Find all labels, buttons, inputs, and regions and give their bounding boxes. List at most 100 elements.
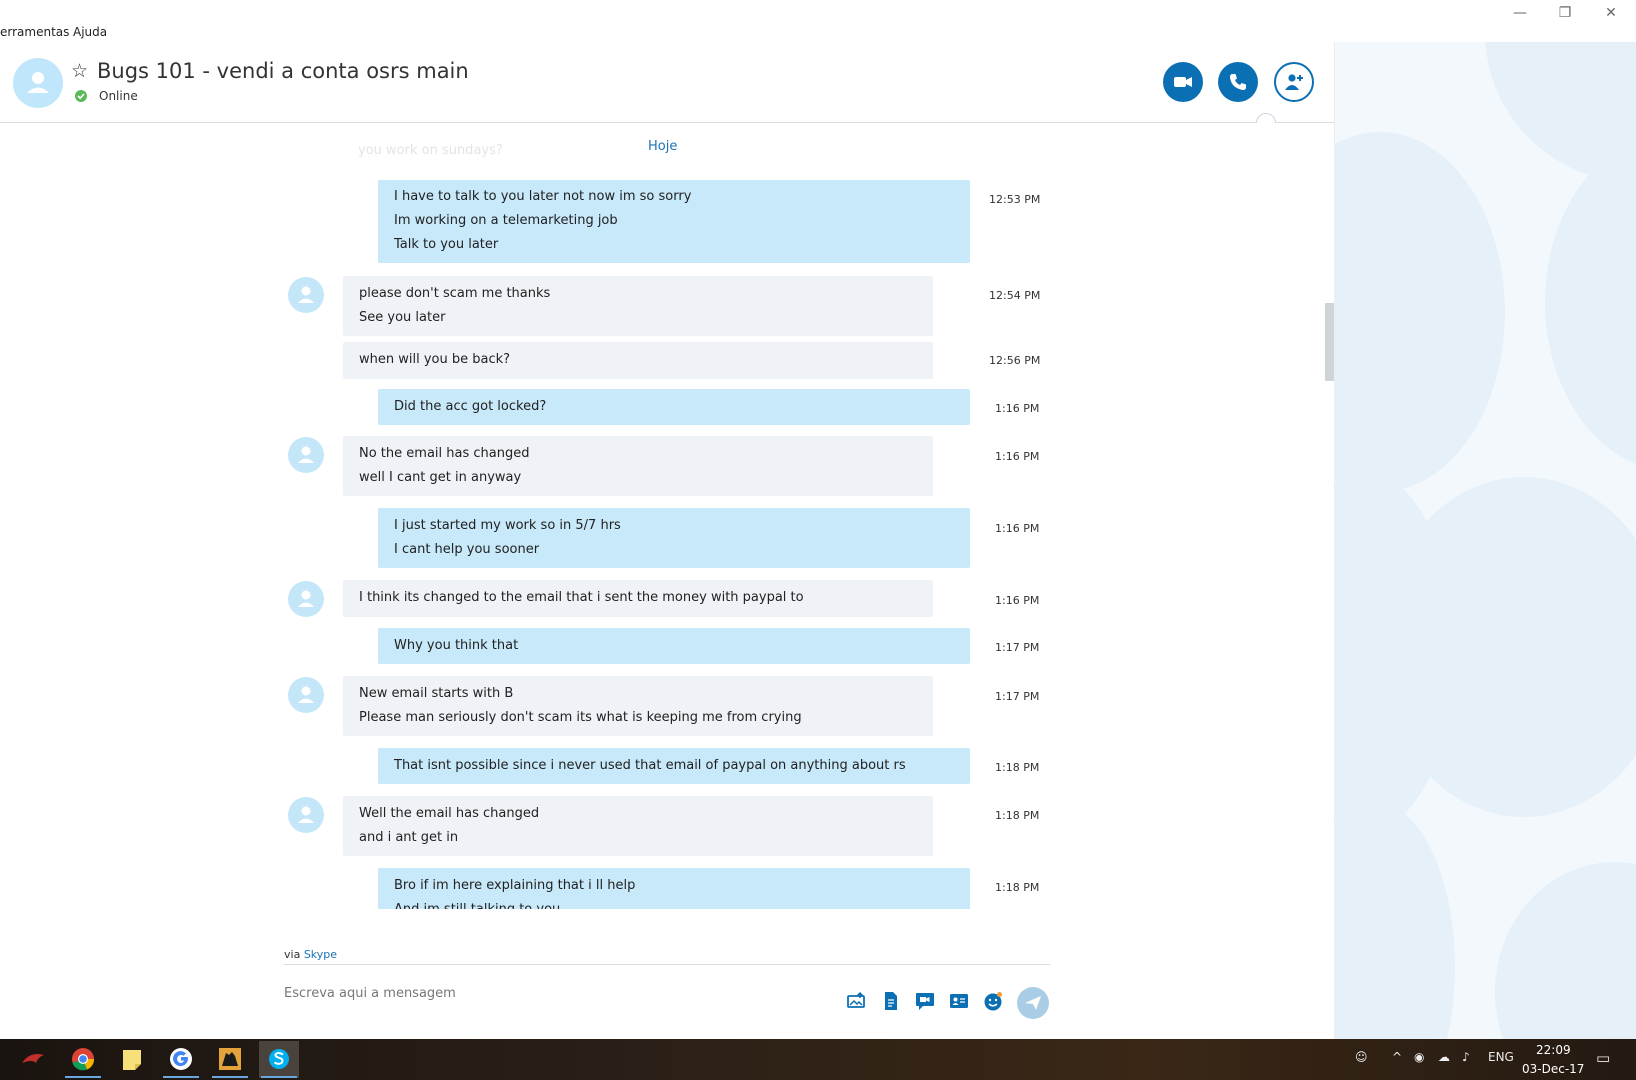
- video-message-button[interactable]: [914, 990, 936, 1012]
- sender-avatar[interactable]: [288, 437, 324, 473]
- message-text: New email starts with B: [359, 686, 514, 701]
- add-people-button[interactable]: [1274, 62, 1314, 102]
- outgoing-message[interactable]: Did the acc got locked?: [378, 389, 970, 425]
- person-icon: [298, 446, 314, 463]
- phone-icon: [1230, 74, 1246, 90]
- message-text: No the email has changed: [359, 446, 530, 461]
- menu-help[interactable]: Ajuda: [73, 25, 107, 39]
- restore-button[interactable]: ❐: [1542, 2, 1588, 24]
- running-indicator: [212, 1076, 248, 1078]
- message-scrollbar[interactable]: [1325, 303, 1334, 381]
- message-text: Did the acc got locked?: [394, 399, 547, 414]
- running-indicator: [65, 1076, 101, 1078]
- google-icon: [170, 1048, 192, 1070]
- message-text: and i ant get in: [359, 830, 459, 845]
- outgoing-message[interactable]: That isnt possible since i never used th…: [378, 748, 970, 784]
- menu-tools[interactable]: erramentas: [0, 25, 69, 39]
- outgoing-message[interactable]: Why you think that: [378, 628, 970, 664]
- send-message-button[interactable]: [1017, 987, 1049, 1019]
- incoming-message[interactable]: Well the email has changed and i ant get…: [343, 796, 933, 856]
- person-icon: [298, 590, 314, 607]
- message-timestamp: 12:56 PM: [989, 354, 1041, 367]
- message-text: well I cant get in anyway: [359, 470, 522, 485]
- decoration-circle: [1545, 132, 1636, 472]
- image-icon: [847, 991, 865, 1008]
- close-button[interactable]: ✕: [1588, 2, 1634, 24]
- csgo-icon: [219, 1048, 241, 1070]
- steam-tray-icon[interactable]: ◉: [1414, 1050, 1424, 1064]
- share-media-button[interactable]: [846, 990, 868, 1012]
- rog-app-button[interactable]: [14, 1041, 54, 1078]
- message-text: Bro if im here explaining that i ll help: [394, 878, 636, 893]
- emoticon-button[interactable]: [982, 990, 1004, 1012]
- message-text: I think its changed to the email that i …: [359, 590, 804, 605]
- outgoing-message[interactable]: Bro if im here explaining that i ll help…: [378, 868, 970, 909]
- incoming-message[interactable]: please don't scam me thanks See you late…: [343, 276, 933, 336]
- sender-avatar[interactable]: [288, 797, 324, 833]
- video-message-icon: [916, 993, 934, 1010]
- message-input[interactable]: [284, 982, 824, 1004]
- input-language[interactable]: ENG: [1488, 1050, 1514, 1064]
- sender-avatar[interactable]: [288, 581, 324, 617]
- minimize-button[interactable]: —: [1497, 2, 1543, 24]
- message-text: And im still talking to you: [394, 898, 970, 909]
- message-text: Please man seriously don't scam its what…: [359, 710, 802, 725]
- via-prefix: via: [284, 948, 301, 961]
- message-timestamp: 1:16 PM: [995, 522, 1040, 535]
- person-icon: [298, 806, 314, 823]
- skype-app-button[interactable]: [259, 1041, 299, 1078]
- clock-date[interactable]: 03-Dec-17: [1522, 1062, 1584, 1076]
- incoming-message[interactable]: No the email has changed well I cant get…: [343, 436, 933, 496]
- outgoing-message[interactable]: I just started my work so in 5/7 hrs I c…: [378, 508, 970, 568]
- decoration-circle: [1335, 132, 1505, 492]
- google-app-button[interactable]: [161, 1041, 201, 1078]
- message-text: Talk to you later: [394, 237, 499, 252]
- show-hidden-icons-icon[interactable]: ^: [1392, 1050, 1402, 1064]
- conversation-title: Bugs 101 - vendi a conta osrs main: [97, 59, 469, 83]
- side-decoration-panel: [1334, 42, 1636, 1039]
- contact-avatar[interactable]: [13, 58, 63, 108]
- incoming-message[interactable]: I think its changed to the email that i …: [343, 580, 933, 617]
- people-tray-icon[interactable]: ☺: [1355, 1050, 1368, 1064]
- send-arrow-icon: [1025, 996, 1041, 1010]
- message-timestamp: 1:17 PM: [995, 690, 1040, 703]
- outgoing-message[interactable]: I have to talk to you later not now im s…: [378, 180, 970, 263]
- skype-link[interactable]: Skype: [304, 948, 337, 961]
- message-text: I just started my work so in 5/7 hrs: [394, 518, 621, 533]
- decoration-circle: [1495, 862, 1636, 1039]
- chrome-icon: [72, 1048, 95, 1071]
- composer-divider: [284, 964, 1050, 965]
- message-text: Im working on a telemarketing job: [394, 213, 618, 228]
- contact-card-icon: [950, 994, 968, 1008]
- onedrive-tray-icon[interactable]: ☁: [1438, 1050, 1450, 1064]
- chrome-app-button[interactable]: [63, 1041, 103, 1078]
- message-timestamp: 1:18 PM: [995, 761, 1040, 774]
- message-timestamp: 1:17 PM: [995, 641, 1040, 654]
- sticky-notes-icon: [123, 1050, 141, 1070]
- via-label: via Skype: [284, 948, 337, 961]
- favorite-star-icon[interactable]: ☆: [71, 60, 88, 82]
- incoming-message[interactable]: when will you be back?: [343, 342, 933, 379]
- action-center-icon[interactable]: ▭: [1596, 1049, 1610, 1067]
- incoming-message[interactable]: New email starts with B Please man serio…: [343, 676, 933, 736]
- clock-time[interactable]: 22:09: [1536, 1043, 1571, 1057]
- faded-message-text: you work on sundays?: [358, 143, 503, 158]
- message-timestamp: 12:53 PM: [989, 193, 1041, 206]
- sticky-notes-app-button[interactable]: [112, 1041, 152, 1078]
- volume-tray-icon[interactable]: ♪: [1462, 1050, 1470, 1064]
- sender-avatar[interactable]: [288, 677, 324, 713]
- send-file-button[interactable]: [880, 990, 902, 1012]
- audio-call-button[interactable]: [1218, 62, 1258, 102]
- file-icon: [885, 992, 897, 1010]
- video-call-button[interactable]: [1163, 62, 1203, 102]
- message-list[interactable]: you work on sundays? Hoje I have to talk…: [0, 123, 1320, 909]
- csgo-app-button[interactable]: [210, 1041, 250, 1078]
- message-text: I have to talk to you later not now im s…: [394, 189, 692, 204]
- running-indicator: [163, 1076, 199, 1078]
- decoration-circle: [1335, 802, 1455, 1039]
- message-timestamp: 1:16 PM: [995, 450, 1040, 463]
- menu-bar: erramentas Ajuda — ❐ ✕: [0, 0, 1636, 42]
- send-contact-button[interactable]: [948, 990, 970, 1012]
- sender-avatar[interactable]: [288, 277, 324, 313]
- message-timestamp: 1:18 PM: [995, 881, 1040, 894]
